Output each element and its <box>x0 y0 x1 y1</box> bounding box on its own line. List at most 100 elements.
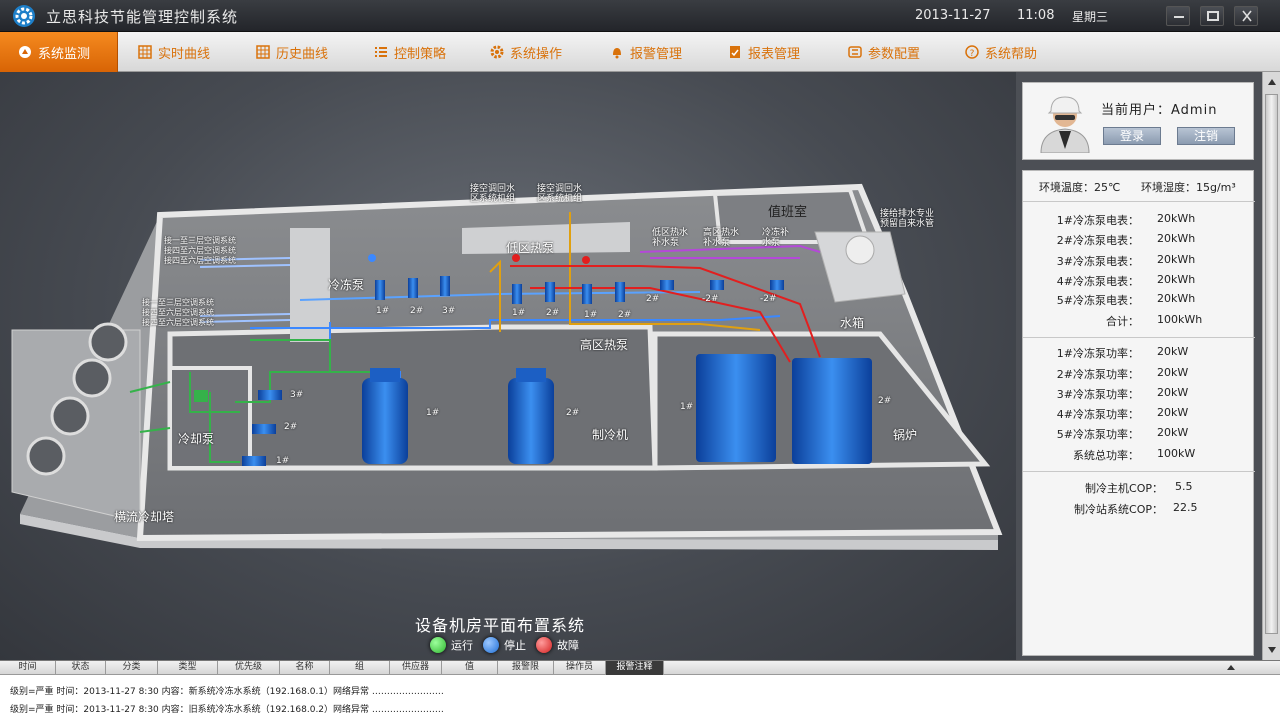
chilled-pump-label: 冷冻泵 <box>328 278 365 292</box>
cop-key: 制冷主机COP： <box>1085 482 1163 495</box>
menu-control-strategy[interactable]: 控制策略 <box>374 32 446 72</box>
low-heat-pump-label: 低区热泵 <box>506 241 555 255</box>
divider <box>1023 337 1255 338</box>
col-limit[interactable]: 报警限 <box>498 661 554 675</box>
menu-parameter-config[interactable]: 参数配置 <box>848 32 920 72</box>
water-tank-label: 水箱 <box>840 316 865 330</box>
meter-value: 20kWh <box>1157 273 1196 286</box>
list-icon <box>375 47 387 57</box>
tag-boiler-1: 1# <box>680 402 694 412</box>
minimize-icon <box>1174 16 1184 18</box>
power-key: 1#冷冻泵功率： <box>1056 347 1139 360</box>
menu-label: 实时曲线 <box>158 46 211 62</box>
menu-label: 系统帮助 <box>985 46 1038 62</box>
menu-label: 系统监测 <box>38 46 91 62</box>
boiler-label: 锅炉 <box>893 428 918 442</box>
meter-key: 3#冷冻泵电表： <box>1056 255 1139 268</box>
power-row: 4#冷冻泵功率： 20kW <box>1023 403 1255 423</box>
meter-row: 5#冷冻泵电表： 20kWh <box>1023 289 1255 309</box>
svg-text:?: ? <box>970 49 975 59</box>
menu-system-help[interactable]: ? 系统帮助 <box>965 32 1037 72</box>
vertical-scrollbar[interactable] <box>1262 72 1280 660</box>
cooling-towers <box>11 322 141 523</box>
col-group[interactable]: 组 <box>330 661 390 675</box>
fault-dot-icon <box>536 637 552 653</box>
menu-report-management[interactable]: 报表管理 <box>728 32 800 72</box>
stats-box: 环境温度：25℃ 环境湿度：15g/m³ 1#冷冻泵电表： 20kWh 2#冷冻泵… <box>1022 170 1255 656</box>
meter-total-row: 合计： 100kWh <box>1023 310 1255 330</box>
running-dot-icon <box>430 637 446 653</box>
note-top-right: 接空调回水 区系统机组 <box>537 184 583 204</box>
col-priority[interactable]: 优先级 <box>218 661 280 675</box>
info-panel: 当前用户：Admin 登录 注销 环境温度：25℃ 环境湿度：15g/m³ 1#… <box>1016 72 1262 660</box>
meter-value: 20kWh <box>1157 253 1196 266</box>
app-window: 立思科技节能管理控制系统 2013-11-27 11:08 星期三 系统监测 实… <box>0 0 1280 720</box>
divider <box>1023 471 1255 472</box>
col-status[interactable]: 状态 <box>56 661 106 675</box>
help-icon: ? <box>965 45 979 59</box>
tag-makeup-pump-1: 2# <box>646 294 660 304</box>
title-bar: 立思科技节能管理控制系统 2013-11-27 11:08 星期三 <box>0 0 1280 32</box>
maximize-button[interactable] <box>1200 6 1224 26</box>
report-icon <box>730 46 740 58</box>
meter-row: 2#冷冻泵电表： 20kWh <box>1023 229 1255 249</box>
menu-label: 历史曲线 <box>276 46 329 62</box>
col-value[interactable]: 值 <box>442 661 498 675</box>
env-temperature: 环境温度：25℃ <box>1039 181 1121 194</box>
plan-title: 设备机房平面布置系统 <box>414 616 585 635</box>
alarm-row[interactable]: 级别=严重 时间：2013-11-27 8:30 内容：新系统冷冻水系统（192… <box>10 684 444 697</box>
meter-row: 1#冷冻泵电表： 20kWh <box>1023 209 1255 229</box>
col-time[interactable]: 时间 <box>0 661 56 675</box>
menu-system-operation[interactable]: 系统操作 <box>490 32 562 72</box>
col-comment[interactable]: 报警注释 <box>606 661 664 675</box>
scroll-up-icon[interactable] <box>1266 76 1278 88</box>
equipment-room-view: 值班室 水箱 制冷机 锅炉 冷冻泵 冷却泵 低区热泵 高区热泵 横流冷却塔 接空… <box>0 72 1016 660</box>
tag-heat-pump-1: 1# <box>512 308 526 318</box>
meter-key: 1#冷冻泵电表： <box>1056 214 1139 227</box>
col-operator[interactable]: 操作员 <box>554 661 606 675</box>
note-pumps-c: 冷冻补 水泵 <box>762 228 790 248</box>
cop-value: 5.5 <box>1175 480 1193 493</box>
legend-running: 运行 <box>451 639 473 652</box>
power-row: 5#冷冻泵功率： 20kW <box>1023 423 1255 443</box>
power-key: 5#冷冻泵功率： <box>1056 428 1139 441</box>
menu-label: 系统操作 <box>510 46 563 62</box>
tag-makeup-pump-3: -2# <box>760 294 777 304</box>
gear-logo-icon <box>13 5 35 27</box>
meter-key: 4#冷冻泵电表： <box>1056 275 1139 288</box>
meter-value: 100kWh <box>1157 313 1203 326</box>
duty-room-label: 值班室 <box>768 205 808 220</box>
collapse-icon[interactable] <box>1226 663 1236 673</box>
minimize-button[interactable] <box>1166 6 1190 26</box>
clock-weekday: 星期三 <box>1072 10 1109 24</box>
menu-realtime-curve[interactable]: 实时曲线 <box>138 32 210 72</box>
col-filler <box>664 661 1178 675</box>
logout-button[interactable]: 注销 <box>1177 127 1235 145</box>
high-heat-pump-label: 高区热泵 <box>580 338 629 352</box>
menu-history-curve[interactable]: 历史曲线 <box>256 32 328 72</box>
close-button[interactable] <box>1234 6 1258 26</box>
tag-makeup-pump-2: -2# <box>702 294 719 304</box>
col-category[interactable]: 分类 <box>106 661 158 675</box>
col-name[interactable]: 名称 <box>280 661 330 675</box>
scroll-thumb[interactable] <box>1265 94 1278 634</box>
cooling-tower-label: 横流冷却塔 <box>114 510 175 524</box>
note-far-right: 接给排水专业 预留自来水管 <box>880 209 935 229</box>
menu-label: 控制策略 <box>394 46 447 62</box>
close-icon <box>1242 10 1252 22</box>
menu-system-monitor[interactable]: 系统监测 <box>0 32 118 72</box>
engineer-avatar-icon <box>1040 96 1090 153</box>
login-button[interactable]: 登录 <box>1103 127 1161 145</box>
col-provider[interactable]: 供应器 <box>390 661 442 675</box>
menu-alarm-management[interactable]: 报警管理 <box>610 32 682 72</box>
cop-value: 22.5 <box>1173 501 1198 514</box>
chiller-label: 制冷机 <box>592 428 629 442</box>
power-row: 2#冷冻泵功率： 20kW <box>1023 363 1255 383</box>
status-legend: 运行 停止 故障 <box>420 637 579 653</box>
alarm-row[interactable]: 级别=严重 时间：2013-11-27 8:30 内容：旧系统冷冻水系统（192… <box>10 702 444 715</box>
scroll-down-icon[interactable] <box>1266 644 1278 656</box>
col-type[interactable]: 类型 <box>158 661 218 675</box>
tag-cooling-pump-3: 3# <box>290 390 304 400</box>
menu-bar: 系统监测 实时曲线 历史曲线 控制策略 系统操作 报警管理 报表管理 参数配置 <box>0 32 1280 72</box>
meter-value: 20kWh <box>1157 292 1196 305</box>
